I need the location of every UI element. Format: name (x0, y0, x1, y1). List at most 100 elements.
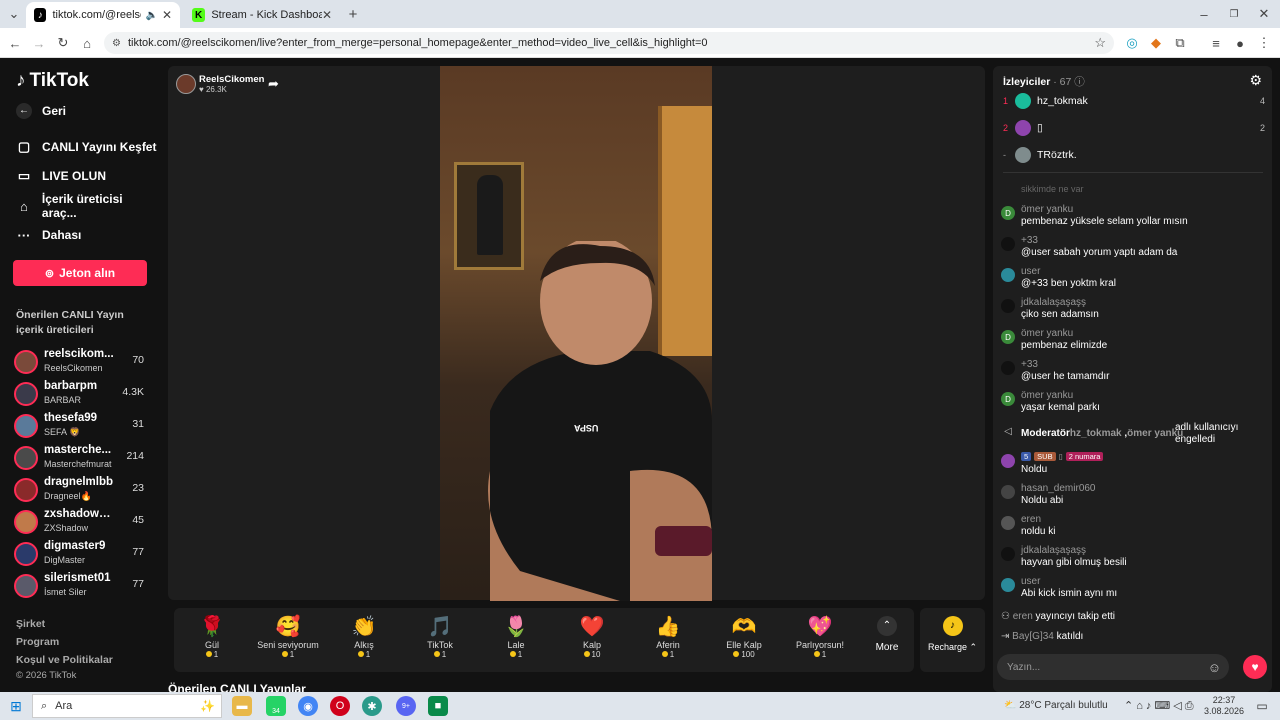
tab-tiktok[interactable]: ♪ tiktok.com/@reelscikomen/ 🔈 ✕ (26, 2, 180, 28)
viewer-count: 70 (132, 354, 144, 366)
media-control-icon[interactable]: ≡ (1206, 33, 1226, 53)
viewers-header[interactable]: İzleyiciler · 67 ⓘ (1003, 74, 1085, 89)
chat-input[interactable]: Yazın... ☺ (997, 654, 1229, 680)
discord-icon[interactable]: 9+ (396, 696, 416, 716)
gift-item[interactable]: 🌹 Gül 1 (174, 614, 250, 670)
tiktok-logo[interactable]: ♪ TikTok (16, 70, 89, 92)
top-viewer-row[interactable]: 1 hz_tokmak 4 (1003, 90, 1265, 112)
live-stream-player: ReelsCikomen ♥ 26.3K ➦ USPA 🌹 Gül 1 🥰 Seni … (168, 66, 985, 672)
whatsapp-icon[interactable]: 34 (266, 696, 286, 716)
coin-icon (433, 651, 440, 657)
close-window-icon[interactable]: ✕ (1254, 4, 1274, 24)
video-frame[interactable]: USPA (440, 66, 712, 601)
get-coins-button[interactable]: ⊚ Jeton alın (13, 260, 147, 286)
gift-item[interactable]: 💖 Parlıyorsun! 1 (782, 614, 858, 670)
tab-title: tiktok.com/@reelscikomen/ (52, 9, 141, 21)
tab-kick[interactable]: K Stream - Kick Dashboard ✕ (184, 2, 340, 28)
gift-item[interactable]: 🌷 Lale 1 (478, 614, 554, 670)
browser-toolbar: ← → ↻ ⌂ ⚙ tiktok.com/@reelscikomen/live?… (0, 28, 1280, 58)
tulip-icon: 🌷 (503, 616, 529, 638)
extensions-puzzle-icon[interactable]: ⧉ (1170, 33, 1190, 53)
creator-item[interactable]: reelscikom... ReelsCikomen 70 (14, 348, 148, 378)
info-icon[interactable]: ⓘ (1074, 76, 1085, 88)
creator-item[interactable]: dragnelmlbb Dragneel🔥 23 (14, 476, 148, 506)
creator-item[interactable]: zxshadow_... ZXShadow 45 (14, 508, 148, 538)
gift-item[interactable]: ❤️ Kalp 10 (554, 614, 630, 670)
forward-icon[interactable]: → (29, 33, 49, 53)
nav-explore-live[interactable]: ▢ CANLI Yayını Keşfet (16, 136, 157, 158)
like-count: ♥ 26.3K (199, 85, 227, 94)
coins-label: Jeton alın (59, 266, 116, 280)
more-gifts-button[interactable]: ⌃ More (862, 616, 912, 653)
share-icon[interactable]: ➦ (268, 76, 279, 92)
close-tab-icon[interactable]: ✕ (322, 8, 332, 22)
new-tab-icon[interactable]: + (343, 4, 363, 24)
viewer-count: 31 (132, 418, 144, 430)
extension-icon[interactable]: ◎ (1122, 33, 1142, 53)
opera-icon[interactable]: O (330, 696, 350, 716)
creator-item[interactable]: digmaster9 DigMaster 77 (14, 540, 148, 570)
close-tab-icon[interactable]: ✕ (162, 8, 172, 22)
whatsapp-badge: 34 (272, 707, 280, 715)
gift-item[interactable]: 🫶 Elle Kalp 100 (706, 614, 782, 670)
reload-icon[interactable]: ↻ (53, 33, 73, 53)
gift-price: 1 (365, 650, 371, 659)
like-heart-button[interactable]: ♥ (1243, 655, 1267, 679)
gift-item[interactable]: 🥰 Seni seviyorum 1 (250, 614, 326, 670)
metamask-icon[interactable]: ◆ (1146, 33, 1166, 53)
viewer-score: 4 (1259, 96, 1265, 106)
gift-price: 100 (741, 650, 755, 659)
clock[interactable]: 22:37 3.08.2026 (1202, 695, 1246, 717)
nav-more[interactable]: ··· Dahası (16, 224, 82, 246)
footer-program-link[interactable]: Program (16, 636, 59, 648)
creator-item[interactable]: silerismet01 İsmet Siler 77 (14, 572, 148, 602)
clapping-icon: 👏 (351, 616, 377, 638)
gift-item[interactable]: 👏 Alkış 1 (326, 614, 402, 670)
home-icon[interactable]: ⌂ (77, 33, 97, 53)
creator-username: barbarpm (44, 380, 98, 392)
more-icon: ··· (17, 227, 31, 243)
creator-item[interactable]: thesefa99 SEFA 🦁 31 (14, 412, 148, 442)
weather-widget[interactable]: ⛅ 28°C Parçalı bulutlu (1004, 700, 1108, 711)
emoji-icon[interactable]: ☺ (1208, 660, 1221, 675)
site-info-icon[interactable]: ⚙ (112, 38, 121, 49)
back-button[interactable]: ← Geri (16, 100, 66, 122)
avatar (14, 350, 38, 374)
notification-icon[interactable]: ▭ (1252, 696, 1272, 716)
address-bar[interactable]: ⚙ tiktok.com/@reelscikomen/live?enter_fr… (104, 32, 1114, 54)
creator-item[interactable]: masterche... Masterchefmurat 214 (14, 444, 148, 474)
browser-menu-icon[interactable]: ⋮ (1254, 33, 1274, 53)
nav-go-live[interactable]: ▭ LIVE OLUN (16, 165, 106, 187)
streamer-avatar[interactable] (176, 74, 196, 94)
avatar (1001, 516, 1015, 530)
footer-terms-link[interactable]: Koşul ve Politikalar (16, 654, 113, 666)
profile-avatar-icon[interactable]: ● (1230, 33, 1250, 53)
audio-icon[interactable]: 🔈 (145, 10, 157, 21)
streamer-name[interactable]: ReelsCikomen (199, 74, 264, 85)
settings-icon[interactable]: ⚙ (1249, 72, 1262, 89)
level-badge: 5 (1021, 452, 1032, 461)
top-viewer-row[interactable]: 2 ▯ 2 (1003, 117, 1265, 139)
chrome-icon[interactable]: ◉ (298, 696, 318, 716)
top-viewer-row[interactable]: - TRöztrk. (1003, 144, 1265, 166)
creator-item[interactable]: barbarpm BARBAR 4.3K (14, 380, 148, 410)
chat-username: ömer yanku (1021, 204, 1074, 215)
kick-app-icon[interactable]: ■ (428, 696, 448, 716)
footer-company-link[interactable]: Şirket (16, 618, 45, 630)
coin-icon (813, 651, 820, 657)
tab-search-icon[interactable]: ⌄ (4, 4, 24, 24)
back-icon[interactable]: ← (5, 33, 25, 53)
minimize-icon[interactable]: – (1194, 4, 1214, 24)
taskbar-search[interactable]: ⌕ Ara ✨ (32, 694, 222, 718)
windows-start-icon[interactable]: ⊞ (6, 696, 26, 716)
gift-item[interactable]: 👍 Aferin 1 (630, 614, 706, 670)
bookmark-star-icon[interactable]: ☆ (1094, 35, 1106, 51)
nav-creator-tools[interactable]: ⌂ İçerik üreticisi araç... (16, 192, 160, 220)
recharge-button[interactable]: ♪ Recharge ⌃ (920, 608, 985, 672)
chat-username: +33 (1021, 359, 1038, 370)
restore-icon[interactable]: ❐ (1224, 4, 1244, 24)
system-tray[interactable]: ⌃⌂♪⌨◁⎙ (1124, 699, 1197, 713)
gift-item[interactable]: 🎵 TikTok 1 (402, 614, 478, 670)
app-icon[interactable]: ✱ (362, 696, 382, 716)
file-explorer-icon[interactable]: ▬ (232, 696, 252, 716)
